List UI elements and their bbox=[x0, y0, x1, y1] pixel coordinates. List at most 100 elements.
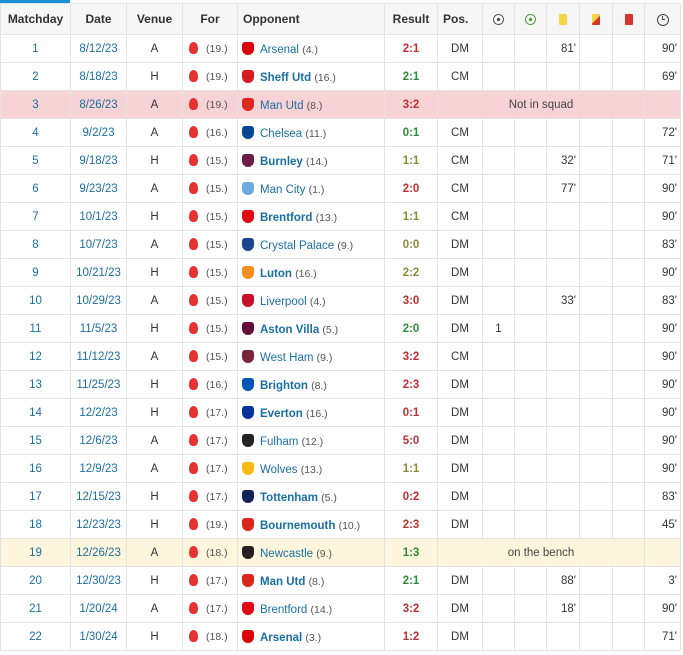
for-team[interactable]: (19.) bbox=[182, 62, 238, 91]
col-yellow-red[interactable] bbox=[579, 3, 613, 35]
opponent[interactable]: Bournemouth (10.) bbox=[237, 510, 385, 539]
opponent[interactable]: Sheff Utd (16.) bbox=[237, 62, 385, 91]
opponent-name[interactable]: Fulham bbox=[260, 436, 298, 448]
result-link[interactable]: 2:1 bbox=[384, 34, 438, 63]
matchday-link[interactable]: 3 bbox=[0, 90, 71, 119]
matchday-link[interactable]: 7 bbox=[0, 202, 71, 231]
matchday-link[interactable]: 19 bbox=[0, 538, 71, 567]
opponent-name[interactable]: Luton bbox=[260, 268, 292, 280]
result-link[interactable]: 2:1 bbox=[384, 566, 438, 595]
result-link[interactable]: 1:3 bbox=[384, 538, 438, 567]
match-date-link[interactable]: 8/18/23 bbox=[70, 62, 127, 91]
matchday-link[interactable]: 15 bbox=[0, 426, 71, 455]
opponent-name[interactable]: Man Utd bbox=[260, 100, 303, 112]
match-date-link[interactable]: 9/18/23 bbox=[70, 146, 127, 175]
col-goals[interactable] bbox=[482, 3, 515, 35]
matchday-link[interactable]: 10 bbox=[0, 286, 71, 315]
col-red[interactable] bbox=[612, 3, 645, 35]
col-position[interactable]: Pos. bbox=[437, 3, 483, 35]
result-link[interactable]: 0:1 bbox=[384, 118, 438, 147]
for-team[interactable]: (19.) bbox=[182, 34, 238, 63]
opponent[interactable]: Newcastle (9.) bbox=[237, 538, 385, 567]
opponent[interactable]: Everton (16.) bbox=[237, 398, 385, 427]
for-team[interactable]: (17.) bbox=[182, 566, 238, 595]
opponent-name[interactable]: Arsenal bbox=[260, 44, 299, 56]
for-team[interactable]: (15.) bbox=[182, 314, 238, 343]
matchday-link[interactable]: 13 bbox=[0, 370, 71, 399]
col-opponent[interactable]: Opponent bbox=[237, 3, 385, 35]
result-link[interactable]: 1:1 bbox=[384, 202, 438, 231]
col-date[interactable]: Date bbox=[70, 3, 127, 35]
opponent-name[interactable]: Man Utd bbox=[260, 576, 305, 588]
matchday-link[interactable]: 9 bbox=[0, 258, 71, 287]
match-date-link[interactable]: 1/20/24 bbox=[70, 594, 127, 623]
for-team[interactable]: (19.) bbox=[182, 90, 238, 119]
match-date-link[interactable]: 12/26/23 bbox=[70, 538, 127, 567]
opponent[interactable]: Luton (16.) bbox=[237, 258, 385, 287]
opponent[interactable]: Brentford (14.) bbox=[237, 594, 385, 623]
col-venue[interactable]: Venue bbox=[126, 3, 183, 35]
col-assists[interactable] bbox=[514, 3, 547, 35]
opponent-name[interactable]: Everton bbox=[260, 408, 303, 420]
opponent-name[interactable]: Arsenal bbox=[260, 632, 302, 644]
result-link[interactable]: 2:0 bbox=[384, 314, 438, 343]
for-team[interactable]: (17.) bbox=[182, 594, 238, 623]
for-team[interactable]: (15.) bbox=[182, 286, 238, 315]
result-link[interactable]: 2:3 bbox=[384, 370, 438, 399]
match-date-link[interactable]: 10/1/23 bbox=[70, 202, 127, 231]
match-date-link[interactable]: 12/6/23 bbox=[70, 426, 127, 455]
matchday-link[interactable]: 22 bbox=[0, 622, 71, 651]
match-date-link[interactable]: 9/2/23 bbox=[70, 118, 127, 147]
match-date-link[interactable]: 8/12/23 bbox=[70, 34, 127, 63]
matchday-link[interactable]: 1 bbox=[0, 34, 71, 63]
opponent-name[interactable]: Bournemouth bbox=[260, 520, 335, 532]
match-date-link[interactable]: 11/5/23 bbox=[70, 314, 127, 343]
opponent[interactable]: Tottenham (5.) bbox=[237, 482, 385, 511]
for-team[interactable]: (17.) bbox=[182, 398, 238, 427]
opponent-name[interactable]: Man City bbox=[260, 184, 305, 196]
match-date-link[interactable]: 10/29/23 bbox=[70, 286, 127, 315]
opponent[interactable]: Fulham (12.) bbox=[237, 426, 385, 455]
for-team[interactable]: (16.) bbox=[182, 118, 238, 147]
result-link[interactable]: 0:1 bbox=[384, 398, 438, 427]
match-date-link[interactable]: 12/30/23 bbox=[70, 566, 127, 595]
match-date-link[interactable]: 10/7/23 bbox=[70, 230, 127, 259]
opponent[interactable]: Man Utd (8.) bbox=[237, 90, 385, 119]
opponent-name[interactable]: Crystal Palace bbox=[260, 240, 334, 252]
result-link[interactable]: 1:2 bbox=[384, 622, 438, 651]
opponent[interactable]: West Ham (9.) bbox=[237, 342, 385, 371]
opponent[interactable]: Burnley (14.) bbox=[237, 146, 385, 175]
result-link[interactable]: 3:2 bbox=[384, 594, 438, 623]
opponent-name[interactable]: Brighton bbox=[260, 380, 308, 392]
opponent-name[interactable]: Brentford bbox=[260, 212, 312, 224]
result-link[interactable]: 2:1 bbox=[384, 62, 438, 91]
result-link[interactable]: 1:1 bbox=[384, 146, 438, 175]
matchday-link[interactable]: 2 bbox=[0, 62, 71, 91]
matchday-link[interactable]: 14 bbox=[0, 398, 71, 427]
result-link[interactable]: 2:2 bbox=[384, 258, 438, 287]
opponent[interactable]: Man Utd (8.) bbox=[237, 566, 385, 595]
for-team[interactable]: (15.) bbox=[182, 146, 238, 175]
result-link[interactable]: 3:2 bbox=[384, 90, 438, 119]
opponent[interactable]: Crystal Palace (9.) bbox=[237, 230, 385, 259]
opponent[interactable]: Brentford (13.) bbox=[237, 202, 385, 231]
match-date-link[interactable]: 12/2/23 bbox=[70, 398, 127, 427]
opponent[interactable]: Chelsea (11.) bbox=[237, 118, 385, 147]
match-date-link[interactable]: 9/23/23 bbox=[70, 174, 127, 203]
opponent-name[interactable]: Liverpool bbox=[260, 296, 307, 308]
for-team[interactable]: (17.) bbox=[182, 426, 238, 455]
match-date-link[interactable]: 8/26/23 bbox=[70, 90, 127, 119]
for-team[interactable]: (18.) bbox=[182, 622, 238, 651]
result-link[interactable]: 0:2 bbox=[384, 482, 438, 511]
matchday-link[interactable]: 5 bbox=[0, 146, 71, 175]
for-team[interactable]: (15.) bbox=[182, 230, 238, 259]
result-link[interactable]: 0:0 bbox=[384, 230, 438, 259]
matchday-link[interactable]: 17 bbox=[0, 482, 71, 511]
col-result[interactable]: Result bbox=[384, 3, 438, 35]
opponent[interactable]: Aston Villa (5.) bbox=[237, 314, 385, 343]
match-date-link[interactable]: 12/15/23 bbox=[70, 482, 127, 511]
opponent-name[interactable]: Newcastle bbox=[260, 548, 313, 560]
matchday-link[interactable]: 18 bbox=[0, 510, 71, 539]
matchday-link[interactable]: 21 bbox=[0, 594, 71, 623]
opponent[interactable]: Man City (1.) bbox=[237, 174, 385, 203]
